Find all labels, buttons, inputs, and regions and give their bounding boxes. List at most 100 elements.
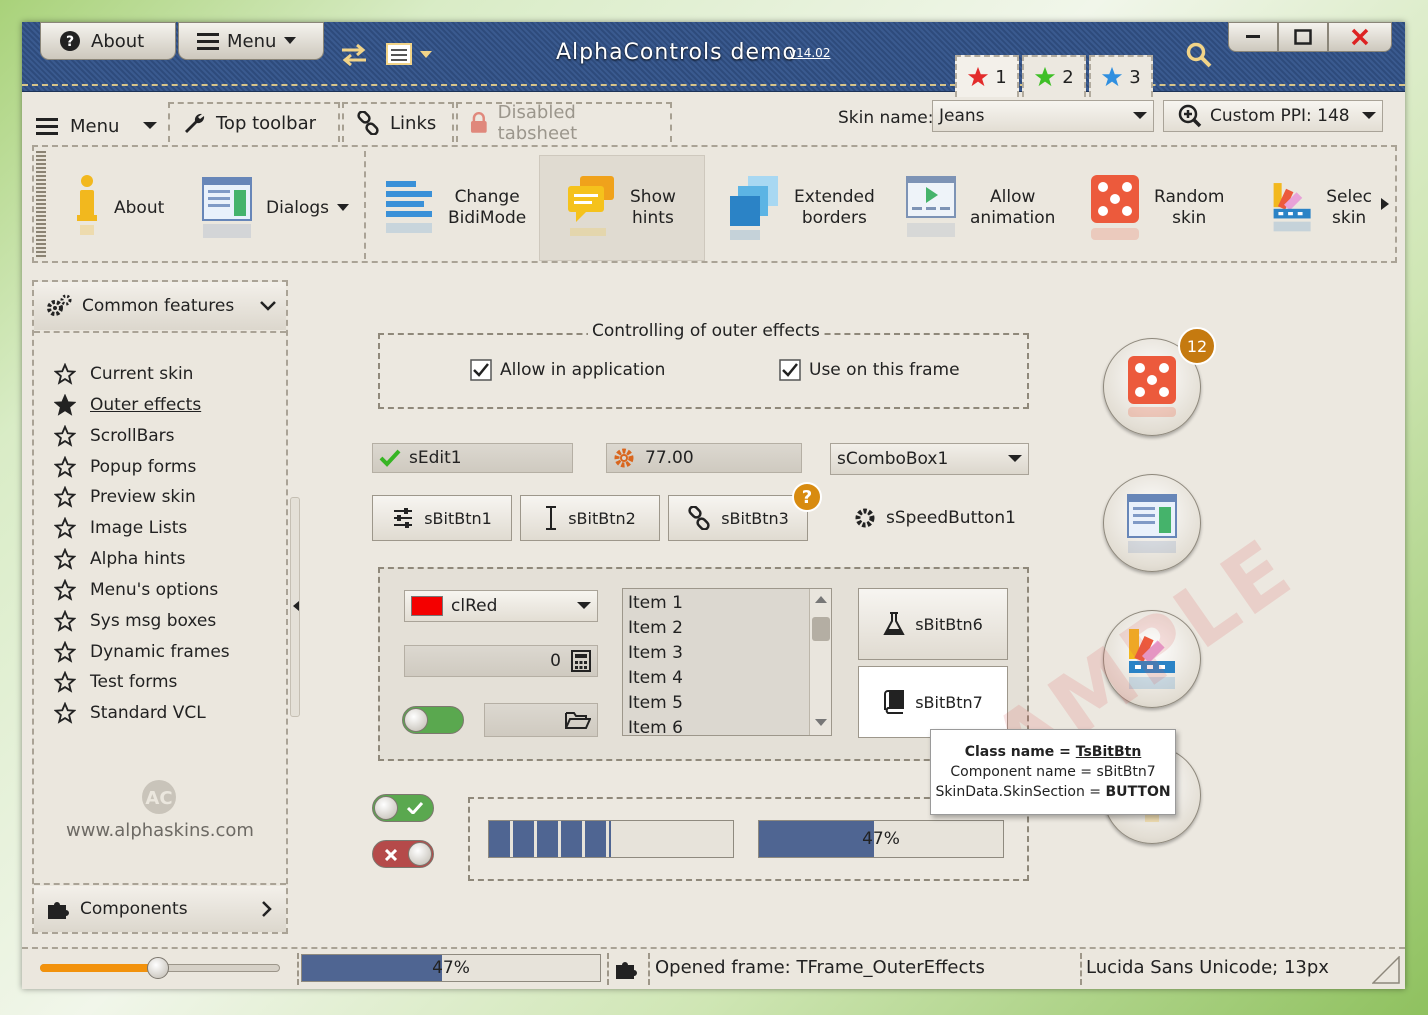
show-hints-button[interactable]: Show hints (539, 155, 705, 261)
color-combo-value: clRed (451, 596, 498, 616)
toolbar-grip[interactable] (36, 151, 46, 259)
sidebar-item-alpha-hints[interactable]: Alpha hints (54, 545, 186, 573)
star-tab-1[interactable]: 1 (955, 55, 1019, 97)
list-item[interactable]: Item 2 (628, 618, 683, 638)
sidebar-item-scrollbars[interactable]: ScrollBars (54, 422, 175, 450)
scroll-thumb[interactable] (812, 617, 830, 641)
link-icon (688, 506, 710, 530)
alphaskins-link[interactable]: www.alphaskins.com (34, 820, 286, 841)
select-skin-button[interactable]: Selec skin (1272, 155, 1372, 261)
puzzle-icon (48, 902, 69, 919)
status-progress-text: 47% (432, 958, 470, 978)
sidebar-item-outer-effects[interactable]: Outer effects (54, 391, 201, 419)
switch-toggle[interactable] (402, 706, 464, 734)
calc-edit[interactable]: 0 (404, 645, 598, 677)
zoom-in-icon (1178, 104, 1202, 128)
chevron-right-icon (262, 901, 272, 917)
change-bidimode-button[interactable]: Change BidiMode (384, 155, 526, 261)
allow-animation-button[interactable]: Allow animation (906, 155, 1055, 261)
help-badge-icon[interactable]: ? (792, 482, 822, 512)
about-title-button[interactable]: ? About (40, 22, 176, 60)
list-item[interactable]: Item 4 (628, 668, 683, 688)
maximize-button[interactable] (1278, 22, 1328, 52)
star-green-icon (1035, 66, 1056, 87)
listbox-scrollbar[interactable] (809, 589, 831, 735)
star-filled-icon (54, 394, 76, 416)
chevron-down-icon (260, 301, 276, 311)
resize-grip-icon[interactable] (1372, 956, 1400, 984)
sbitbtn6[interactable]: sBitBtn6 (858, 588, 1008, 660)
layers-icon (730, 176, 778, 240)
sidebar-header-common-features[interactable]: Common features (34, 282, 286, 330)
sidebar-item-sys-msg-boxes[interactable]: Sys msg boxes (54, 607, 216, 635)
random-skin-button[interactable]: Random skin (1090, 155, 1224, 261)
color-combo[interactable]: clRed (404, 590, 598, 622)
sbitbtn1[interactable]: sBitBtn1 (372, 495, 512, 541)
version-link[interactable]: v14.02 (789, 46, 830, 60)
sidebar-item-menus-options[interactable]: Menu's options (54, 576, 218, 604)
folder-edit[interactable] (484, 703, 598, 737)
sidebar-item-current-skin[interactable]: Current skin (54, 360, 193, 388)
chevron-down-icon (1133, 112, 1147, 119)
toggle-off[interactable] (372, 840, 434, 868)
list-item[interactable]: Item 3 (628, 643, 683, 663)
sidebar-item-dynamic-frames[interactable]: Dynamic frames (54, 638, 230, 666)
sidebar-item-standard-vcl[interactable]: Standard VCL (54, 699, 206, 727)
dialogs-toolbar-button[interactable]: Dialogs (202, 155, 350, 261)
trackbar-thumb[interactable] (146, 957, 169, 979)
sidebar-header-components[interactable]: Components (34, 886, 286, 932)
star-tab-2[interactable]: 2 (1022, 55, 1086, 97)
sspeedbutton1[interactable]: sSpeedButton1 (854, 503, 1016, 533)
sbitbtn2[interactable]: sBitBtn2 (520, 495, 660, 541)
splitter[interactable] (290, 497, 300, 717)
star-outline-icon (54, 641, 76, 663)
list-item[interactable]: Item 1 (628, 593, 683, 613)
calculator-icon (571, 650, 591, 672)
dialogs-round-button[interactable] (1103, 474, 1201, 572)
toggle-on[interactable] (372, 794, 434, 822)
menu-tab[interactable]: Menu (36, 108, 158, 144)
allow-in-application-checkbox[interactable]: Allow in application (470, 359, 665, 381)
custom-ppi-combo[interactable]: Custom PPI: 148 (1163, 100, 1383, 132)
scroll-down-icon[interactable] (815, 719, 827, 727)
sidebar-item-image-lists[interactable]: Image Lists (54, 514, 187, 542)
close-button[interactable] (1328, 22, 1392, 52)
link-icon (357, 111, 379, 135)
minimize-button[interactable] (1228, 22, 1278, 52)
extended-borders-button[interactable]: Extended borders (728, 155, 875, 261)
search-icon[interactable] (1186, 42, 1212, 68)
extended-borders-label: Extended borders (794, 187, 875, 228)
trackbar[interactable] (40, 957, 280, 979)
chevron-down-icon (577, 602, 591, 609)
swap-arrows-icon[interactable] (340, 44, 368, 66)
list-item[interactable]: Item 5 (628, 693, 683, 713)
skin-name-combo[interactable]: Jeans (932, 100, 1154, 132)
window-list-icon[interactable] (386, 42, 434, 66)
opened-frame-text: Opened frame: TFrame_OuterEffects (655, 957, 985, 978)
sidebar-item-preview-skin[interactable]: Preview skin (54, 483, 196, 511)
segmented-progress-fill (489, 821, 611, 857)
use-on-this-frame-checkbox[interactable]: Use on this frame (779, 359, 960, 381)
star-blue-icon (1102, 66, 1123, 87)
list-item[interactable]: Item 6 (628, 718, 683, 735)
sbitbtn3[interactable]: sBitBtn3 (668, 495, 808, 541)
spin-edit[interactable]: 77.00 (606, 443, 802, 473)
tab-links[interactable]: Links (342, 102, 454, 142)
tab-top-toolbar[interactable]: Top toolbar (168, 102, 340, 142)
star-tab-3[interactable]: 3 (1089, 55, 1153, 97)
about-title-label: About (91, 30, 145, 52)
items-listbox[interactable]: Item 1 Item 2 Item 3 Item 4 Item 5 Item … (622, 588, 832, 736)
sidebar-item-popup-forms[interactable]: Popup forms (54, 453, 196, 481)
scroll-right-icon[interactable] (1380, 197, 1390, 211)
menu-title-button[interactable]: Menu (178, 22, 324, 60)
chat-bubble-icon (568, 176, 614, 236)
sidebar-item-test-forms[interactable]: Test forms (54, 668, 177, 696)
sspeedbutton1-label: sSpeedButton1 (886, 508, 1016, 528)
sbitbtn1-label: sBitBtn1 (424, 508, 492, 528)
toggle-off-knob (408, 842, 432, 866)
window-title: AlphaControls demo (556, 40, 797, 65)
scroll-up-icon[interactable] (815, 596, 827, 604)
scombobox1[interactable]: sComboBox1 (830, 443, 1029, 475)
about-toolbar-button[interactable]: About (74, 155, 164, 261)
sedit1-input[interactable]: sEdit1 (372, 443, 573, 473)
